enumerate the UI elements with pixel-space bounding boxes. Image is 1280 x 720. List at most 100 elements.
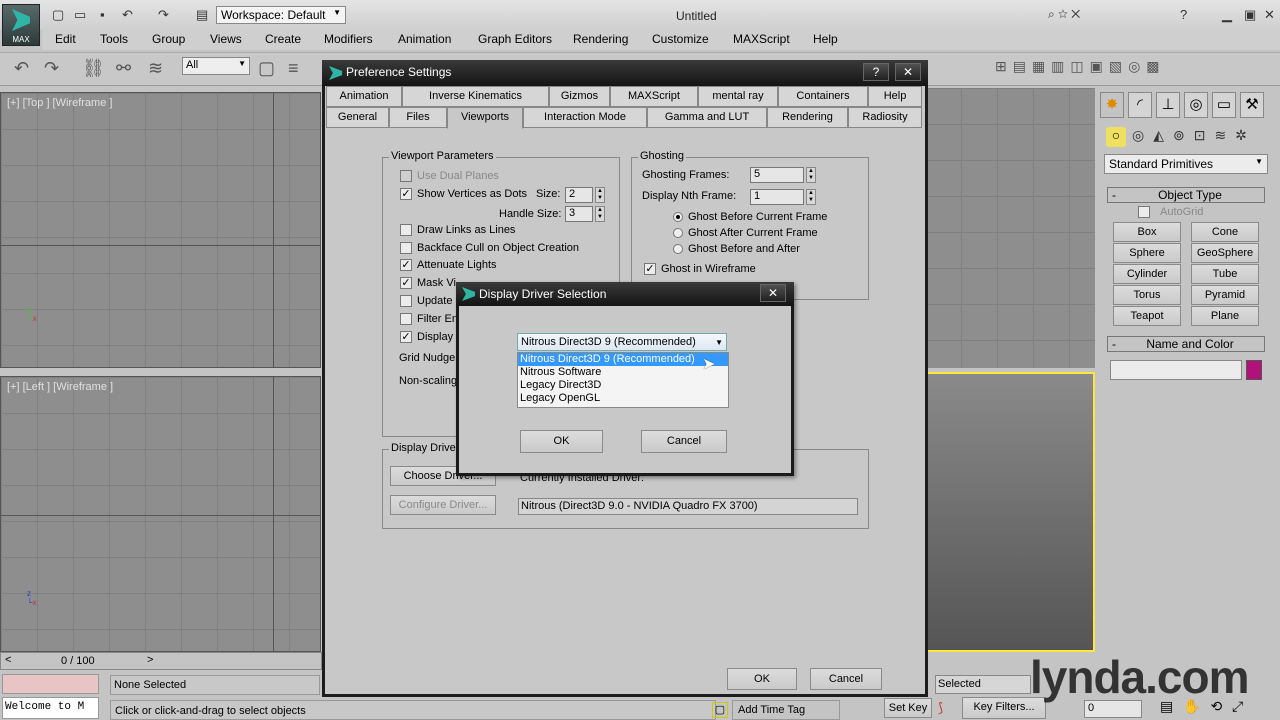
- selection-filter-dropdown[interactable]: All ▼: [182, 57, 250, 75]
- link-icon[interactable]: ⛓: [82, 58, 105, 79]
- tab-maxscript[interactable]: MAXScript: [610, 86, 698, 107]
- menu-edit[interactable]: Edit: [55, 32, 76, 46]
- ghost-both-radio[interactable]: [673, 244, 683, 254]
- configure-driver-button[interactable]: Configure Driver...: [390, 495, 496, 515]
- time-tag-icon[interactable]: ▢: [712, 702, 728, 718]
- menu-customize[interactable]: Customize: [652, 32, 709, 46]
- driver-option[interactable]: Legacy Direct3D: [518, 379, 728, 392]
- tab-general[interactable]: General: [326, 107, 389, 128]
- size-input[interactable]: 2: [565, 187, 593, 203]
- sphere-button[interactable]: Sphere: [1113, 243, 1181, 263]
- attenuate-lights-checkbox[interactable]: ✓: [400, 259, 412, 271]
- tab-viewports[interactable]: Viewports: [447, 107, 523, 129]
- viewport-label[interactable]: [+] [Left ] [Wireframe ]: [7, 381, 113, 393]
- add-time-tag-button[interactable]: Add Time Tag: [732, 700, 840, 720]
- viewport-front[interactable]: [925, 88, 1095, 368]
- create-category-icons[interactable]: ◎◭⊚⊡≋✲: [1132, 127, 1256, 144]
- tab-inverse-kinematics[interactable]: Inverse Kinematics: [402, 86, 549, 107]
- help-icon[interactable]: ?: [863, 63, 889, 81]
- filter-environment-checkbox[interactable]: [400, 313, 412, 325]
- tab-rendering[interactable]: Rendering: [767, 107, 848, 128]
- bind-spacewarp-icon[interactable]: ≋: [148, 58, 163, 79]
- menu-tools[interactable]: Tools: [100, 32, 128, 46]
- pyramid-button[interactable]: Pyramid: [1191, 285, 1259, 305]
- toolbar-right-icons[interactable]: ⊞▤▦▥◫▣▧◎▩: [995, 58, 1166, 75]
- nth-frame-input[interactable]: 1: [750, 189, 804, 205]
- update-checkbox[interactable]: [400, 295, 412, 307]
- tab-files[interactable]: Files: [389, 107, 447, 128]
- size-spinner[interactable]: ▲ ▼: [595, 187, 605, 203]
- menu-rendering[interactable]: Rendering: [573, 32, 628, 46]
- display-checkbox[interactable]: ✓: [400, 331, 412, 343]
- ghost-before-radio[interactable]: [673, 212, 683, 222]
- motion-tab-icon[interactable]: ◎: [1184, 92, 1208, 118]
- geometry-icon[interactable]: ○: [1106, 127, 1126, 147]
- viewport-perspective[interactable]: [925, 372, 1095, 652]
- save-icon[interactable]: ▪: [100, 7, 105, 22]
- use-dual-planes-checkbox[interactable]: [400, 170, 412, 182]
- mask-viewport-checkbox[interactable]: ✓: [400, 277, 412, 289]
- menu-graph-editors[interactable]: Graph Editors: [478, 32, 552, 46]
- menu-animation[interactable]: Animation: [398, 32, 451, 46]
- create-tab-icon[interactable]: ✸: [1100, 92, 1124, 118]
- minimize-icon[interactable]: ▁: [1222, 7, 1232, 23]
- driver-ok-button[interactable]: OK: [520, 430, 603, 453]
- modify-tab-icon[interactable]: ◜: [1128, 92, 1152, 118]
- object-color-swatch[interactable]: [1246, 360, 1262, 380]
- tab-help[interactable]: Help: [868, 86, 922, 107]
- tab-animation[interactable]: Animation: [326, 86, 402, 107]
- draw-links-checkbox[interactable]: [400, 224, 412, 236]
- cylinder-button[interactable]: Cylinder: [1113, 264, 1181, 284]
- app-menu-button[interactable]: MAX: [2, 4, 40, 46]
- open-file-icon[interactable]: ▭: [74, 7, 86, 23]
- driver-option[interactable]: Nitrous Software: [518, 366, 728, 379]
- driver-dropdown[interactable]: Nitrous Direct3D 9 (Recommended) ▼: [517, 333, 727, 351]
- handle-size-input[interactable]: 3: [565, 206, 593, 222]
- utilities-tab-icon[interactable]: ⚒: [1240, 92, 1264, 118]
- ghost-wireframe-checkbox[interactable]: ✓: [644, 263, 656, 275]
- torus-button[interactable]: Torus: [1113, 285, 1181, 305]
- handle-size-spinner[interactable]: ▲ ▼: [595, 206, 605, 222]
- viewport-label[interactable]: [+] [Top ] [Wireframe ]: [7, 97, 112, 109]
- cone-button[interactable]: Cone: [1191, 222, 1259, 242]
- help-icon[interactable]: ?: [1180, 7, 1187, 22]
- driver-option[interactable]: Legacy OpenGL: [518, 392, 728, 405]
- pref-ok-button[interactable]: OK: [727, 668, 797, 690]
- dialog-titlebar[interactable]: Preference Settings: [322, 60, 928, 86]
- select-by-name-icon[interactable]: ≡: [288, 58, 299, 79]
- tab-radiosity[interactable]: Radiosity: [848, 107, 922, 128]
- selection-set-dropdown[interactable]: Selected: [935, 675, 1031, 694]
- tab-interaction-mode[interactable]: Interaction Mode: [523, 107, 647, 128]
- display-tab-icon[interactable]: ▭: [1212, 92, 1236, 118]
- viewport-top[interactable]: [+] [Top ] [Wireframe ] y └x: [0, 92, 321, 368]
- select-object-icon[interactable]: ▢: [258, 58, 275, 79]
- teapot-button[interactable]: Teapot: [1113, 306, 1181, 326]
- infocenter-icons[interactable]: ⌕ ☆ ✕: [1048, 7, 1080, 22]
- maxscript-listener-mini[interactable]: [2, 674, 99, 694]
- redo-icon[interactable]: ↷: [158, 7, 169, 23]
- project-folder-icon[interactable]: ▤: [196, 7, 208, 23]
- plane-button[interactable]: Plane: [1191, 306, 1259, 326]
- show-vertices-checkbox[interactable]: ✓: [400, 188, 412, 200]
- menu-views[interactable]: Views: [210, 32, 242, 46]
- backface-cull-checkbox[interactable]: [400, 242, 412, 254]
- time-slider[interactable]: < 0 / 100 >: [0, 652, 322, 670]
- menu-group[interactable]: Group: [152, 32, 185, 46]
- close-icon[interactable]: ✕: [895, 63, 921, 81]
- tube-button[interactable]: Tube: [1191, 264, 1259, 284]
- box-button[interactable]: Box: [1113, 222, 1181, 242]
- workspace-dropdown[interactable]: Workspace: Default ▼: [216, 6, 346, 24]
- ghosting-frames-spinner[interactable]: ▲ ▼: [806, 167, 816, 183]
- geosphere-button[interactable]: GeoSphere: [1191, 243, 1259, 263]
- prev-frame-icon[interactable]: <: [5, 654, 11, 666]
- menu-create[interactable]: Create: [265, 32, 301, 46]
- menu-help[interactable]: Help: [813, 32, 838, 46]
- tab-gamma-lut[interactable]: Gamma and LUT: [647, 107, 767, 128]
- undo-icon[interactable]: ↶: [122, 7, 133, 23]
- object-name-input[interactable]: [1110, 360, 1242, 380]
- menu-modifiers[interactable]: Modifiers: [324, 32, 373, 46]
- nth-frame-spinner[interactable]: ▲ ▼: [806, 189, 816, 205]
- tab-mental-ray[interactable]: mental ray: [698, 86, 778, 107]
- ghosting-frames-input[interactable]: 5: [750, 167, 804, 183]
- driver-option[interactable]: Nitrous Direct3D 9 (Recommended): [518, 353, 728, 366]
